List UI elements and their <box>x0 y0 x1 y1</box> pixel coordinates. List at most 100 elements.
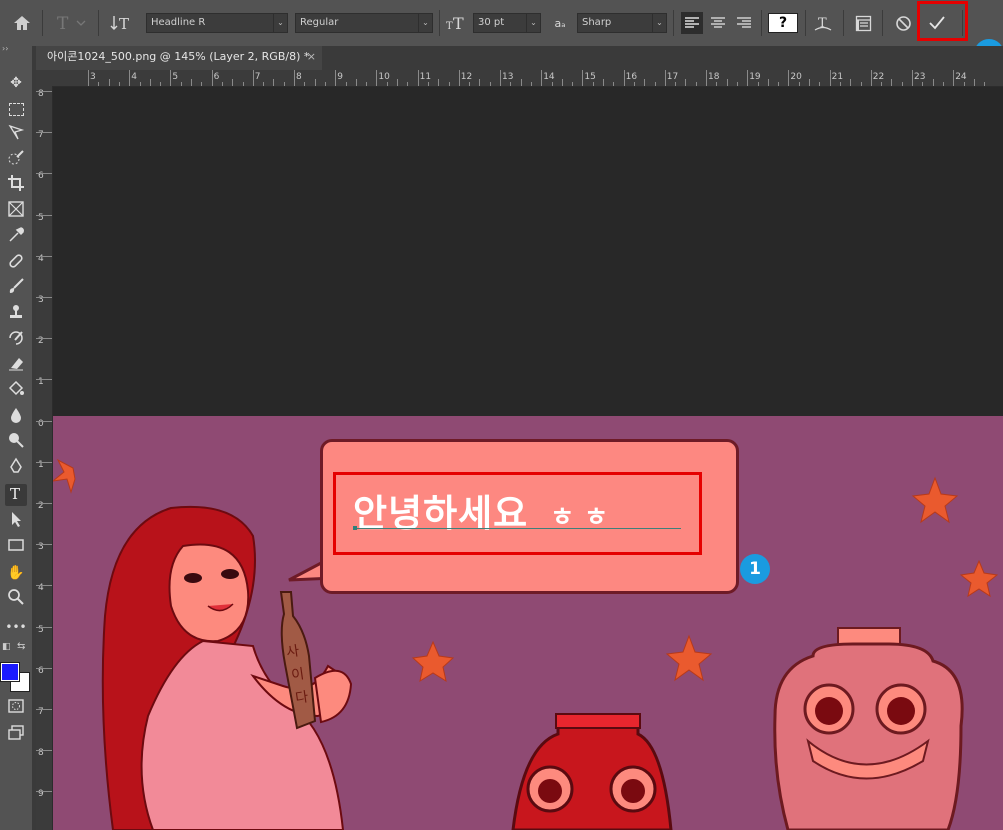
rectangle-tool-icon[interactable] <box>5 536 27 558</box>
ruler-tick <box>36 132 52 134</box>
warp-text-button[interactable]: T <box>810 0 836 46</box>
hand-tool-icon[interactable]: ✋ <box>5 562 27 584</box>
ruler-tick <box>458 70 460 86</box>
ruler-minor-tick <box>881 82 883 86</box>
font-style-value: Regular <box>300 17 339 28</box>
quick-mask-icon[interactable] <box>5 698 27 720</box>
ruler-minor-tick <box>716 82 718 86</box>
blur-tool-icon[interactable] <box>5 406 27 428</box>
antialias-icon: aₐ <box>554 16 566 30</box>
ruler-tick <box>706 70 707 86</box>
history-brush-tool-icon[interactable] <box>5 329 27 351</box>
ruler-minor-tick <box>304 82 306 86</box>
align-center-button[interactable] <box>707 0 729 46</box>
ruler-minor-tick <box>232 79 234 86</box>
ruler-minor-tick <box>963 82 965 86</box>
align-left-icon <box>681 12 703 34</box>
cancel-icon <box>895 15 911 31</box>
woman-eye <box>184 573 202 583</box>
canvas-image[interactable]: 사 이 다 안녕하세요 ㅎㅎ 1 <box>53 416 1003 830</box>
antialias-select[interactable]: Sharp ⌄ <box>577 13 667 33</box>
svg-text:T: T <box>453 14 464 32</box>
ruler-minor-tick <box>644 79 646 86</box>
ruler-minor-tick <box>798 82 800 86</box>
ruler-minor-tick <box>324 82 326 86</box>
move-tool-icon[interactable]: ✥ <box>5 72 27 94</box>
ruler-tick-label: 17 <box>666 72 679 82</box>
ruler-minor-tick <box>891 79 893 86</box>
ruler-tick-label: 4 <box>131 72 137 82</box>
font-style-select[interactable]: Regular ⌄ <box>295 13 433 33</box>
ruler-minor-tick <box>530 82 532 86</box>
ruler-tick <box>870 70 872 86</box>
type-tool-icon[interactable]: T <box>5 484 27 506</box>
ruler-minor-tick <box>448 82 450 86</box>
text-color-swatch[interactable]: ? <box>767 0 799 46</box>
document-tab[interactable]: 아이콘1024_500.png @ 145% (Layer 2, RGB/8) … <box>36 46 322 70</box>
marquee-tool-icon[interactable] <box>5 98 27 120</box>
swap-colors-icon[interactable]: ⇆ <box>17 641 25 652</box>
ruler-minor-tick <box>757 82 759 86</box>
ruler-tick <box>36 91 52 92</box>
ruler-tick <box>36 544 52 546</box>
ruler-origin[interactable] <box>36 70 52 86</box>
jug-cap <box>837 627 901 645</box>
ruler-minor-tick <box>180 82 182 86</box>
font-family-select[interactable]: Headline R ⌄ <box>146 13 288 33</box>
ruler-minor-tick <box>386 82 388 86</box>
healing-brush-tool-icon[interactable] <box>5 252 27 274</box>
panel-collapse-icon[interactable]: ›› <box>2 44 8 53</box>
pen-tool-icon[interactable] <box>5 457 27 479</box>
more-tools-icon[interactable]: ••• <box>5 616 27 638</box>
quick-selection-tool-icon[interactable] <box>5 149 27 171</box>
ruler-tick <box>36 338 52 340</box>
horizontal-ruler[interactable]: 3 4 5 6 7 8 9 10 11 12 13 14 15 16 17 18 19 20 21 22 23 24 <box>52 70 1003 87</box>
ruler-tick-label: 12 <box>460 72 473 82</box>
screen-mode-icon[interactable] <box>5 724 27 746</box>
ruler-minor-tick <box>551 82 553 86</box>
vertical-ruler[interactable]: 876543210123456789 <box>36 86 53 830</box>
step-marker-1: 1 <box>740 554 770 584</box>
cancel-edits-button[interactable] <box>890 0 916 46</box>
bottle-character-cap <box>555 713 641 729</box>
ruler-tick <box>36 297 52 298</box>
ruler-tick <box>417 70 419 86</box>
type-tool-preset-icon[interactable]: T <box>52 0 92 46</box>
options-bar: T T Headline R ⌄ Regular ⌄ TT 30 pt ⌄ aₐ… <box>0 0 1003 47</box>
ruler-minor-tick <box>860 82 862 86</box>
font-size-select[interactable]: 30 pt ⌄ <box>473 13 541 33</box>
home-icon[interactable] <box>8 0 36 46</box>
zoom-tool-icon[interactable] <box>5 588 27 610</box>
default-colors-icon[interactable]: ◧ <box>2 642 11 652</box>
ruler-tick-label: 15 <box>584 72 596 82</box>
ruler-minor-tick <box>850 79 852 86</box>
brush-tool-icon[interactable] <box>5 277 27 299</box>
woman-body <box>140 639 345 830</box>
foreground-color-swatch[interactable] <box>0 662 20 682</box>
clone-stamp-tool-icon[interactable] <box>5 303 27 325</box>
frame-tool-icon[interactable] <box>5 200 27 222</box>
svg-text:T: T <box>446 21 453 32</box>
paint-bucket-tool-icon[interactable] <box>5 380 27 402</box>
path-selection-tool-icon[interactable] <box>5 510 27 532</box>
character-panel-button[interactable] <box>850 0 876 46</box>
toggle-text-orientation-icon[interactable]: T <box>106 0 136 46</box>
ruler-minor-tick <box>345 82 347 86</box>
star-decoration <box>665 634 713 682</box>
lasso-tool-icon[interactable] <box>5 123 27 145</box>
eyedropper-tool-icon[interactable] <box>5 226 27 248</box>
dodge-tool-icon[interactable] <box>5 431 27 453</box>
ruler-minor-tick <box>108 79 110 86</box>
eraser-tool-icon[interactable] <box>5 354 27 376</box>
crop-tool-icon[interactable] <box>5 174 27 196</box>
ruler-tick <box>541 70 543 86</box>
ruler-tick <box>294 70 295 86</box>
ruler-tick <box>129 70 131 86</box>
ruler-minor-tick <box>984 82 986 86</box>
align-left-button[interactable] <box>680 0 704 46</box>
ruler-minor-tick <box>242 82 244 86</box>
ruler-tick <box>36 667 52 669</box>
close-icon[interactable]: × <box>307 46 316 68</box>
ruler-tick <box>36 214 52 216</box>
align-right-button[interactable] <box>733 0 755 46</box>
